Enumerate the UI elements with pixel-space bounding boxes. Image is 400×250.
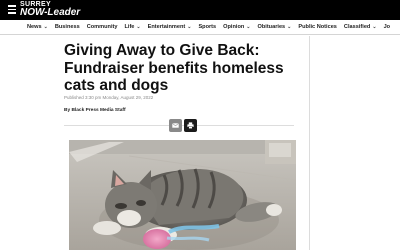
nav-item-obituaries[interactable]: Obituaries ⌄ (258, 24, 292, 30)
email-icon (172, 123, 179, 128)
nav-item-label: Life (124, 24, 135, 30)
nav-item-label: Jo (383, 24, 391, 30)
chevron-down-icon: ⌄ (136, 24, 141, 30)
nav-item-sports[interactable]: Sports (198, 24, 216, 30)
nav-item-label: Classified (343, 24, 371, 30)
chevron-down-icon: ⌄ (43, 24, 48, 30)
nav-item-label: Obituaries (257, 24, 286, 30)
nav-item-classified[interactable]: Classified ⌄ (344, 24, 377, 30)
sidebar-divider (309, 36, 310, 250)
chevron-down-icon: ⌄ (287, 24, 292, 30)
print-icon (187, 122, 194, 129)
nav-item-label: Public Notices (298, 24, 337, 30)
logo-bottom-text: NOW-Leader (20, 8, 80, 18)
published-timestamp: Published 3:30 pm Monday, August 29, 202… (64, 95, 154, 100)
nav-item-entertainment[interactable]: Entertainment ⌄ (148, 24, 192, 30)
chevron-down-icon: ⌄ (187, 24, 192, 30)
top-bar: SURREY NOW-Leader (0, 0, 400, 20)
nav-item-label: News (27, 24, 42, 30)
nav-item-life[interactable]: Life ⌄ (124, 24, 140, 30)
chevron-down-icon: ⌄ (372, 24, 377, 30)
email-share-button[interactable] (169, 119, 182, 132)
article-photo[interactable] (69, 140, 296, 250)
nav-item-label: Opinion (223, 24, 245, 30)
logo-now-text: NOW- (20, 7, 48, 18)
nav-item-opinion[interactable]: Opinion ⌄ (223, 24, 250, 30)
nav-item-label: Community (86, 24, 118, 30)
hamburger-menu-icon[interactable] (8, 5, 16, 14)
main-nav: News ⌄ Business Community Life ⌄ Entertainment… (0, 20, 400, 35)
chevron-down-icon: ⌄ (246, 24, 251, 30)
logo-leader-text: Leader (47, 7, 81, 18)
site-logo[interactable]: SURREY NOW-Leader (20, 1, 80, 18)
nav-item-business[interactable]: Business (55, 24, 80, 30)
nav-item-label: Business (54, 24, 80, 30)
nav-item-community[interactable]: Community (87, 24, 118, 30)
cat-photo (69, 140, 296, 250)
nav-item-label: Sports (198, 24, 217, 30)
nav-item-news[interactable]: News ⌄ (27, 24, 48, 30)
nav-item-jo[interactable]: Jo (384, 24, 391, 30)
article-headline: Giving Away to Give Back: Fundraiser ben… (64, 42, 284, 94)
nav-item-label: Entertainment (147, 24, 186, 30)
print-button[interactable] (184, 119, 197, 132)
nav-item-public-notices[interactable]: Public Notices (298, 24, 337, 30)
share-bar (64, 114, 294, 140)
author-byline[interactable]: By Black Press Media Staff (64, 108, 126, 113)
